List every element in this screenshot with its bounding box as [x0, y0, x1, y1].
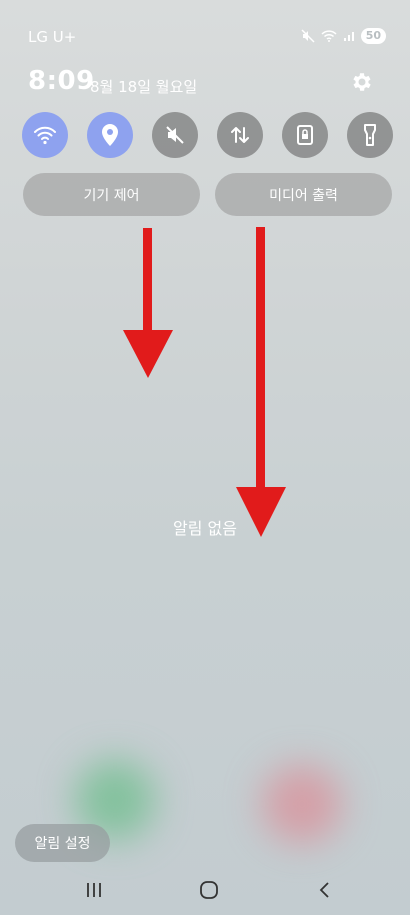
mute-toggle[interactable]: [152, 112, 198, 158]
blurred-red-blob: [262, 765, 342, 843]
home-button[interactable]: [189, 878, 229, 906]
recents-icon: [85, 882, 103, 902]
screen-lock-toggle[interactable]: [282, 112, 328, 158]
flashlight-icon: [362, 123, 378, 147]
settings-gear-icon[interactable]: [350, 70, 374, 94]
clock-date: 8월 18일 월요일: [90, 78, 198, 96]
flashlight-toggle[interactable]: [347, 112, 393, 158]
mute-icon: [164, 124, 186, 146]
signal-icon: [343, 30, 355, 42]
wifi-icon: [33, 125, 57, 145]
mute-status-icon: [301, 29, 315, 43]
lock-screen-icon: [295, 124, 315, 146]
mobile-data-toggle[interactable]: [217, 112, 263, 158]
annotation-arrow-right: [234, 227, 288, 539]
location-toggle[interactable]: [87, 112, 133, 158]
wifi-toggle[interactable]: [22, 112, 68, 158]
wifi-status-icon: [321, 30, 337, 42]
data-transfer-icon: [229, 124, 251, 146]
clock-time: 8:09: [28, 66, 95, 96]
location-pin-icon: [100, 123, 120, 147]
back-button[interactable]: [304, 878, 344, 906]
back-chevron-icon: [317, 881, 331, 903]
battery-indicator: 50: [360, 28, 386, 44]
carrier-name: LG U+: [28, 28, 77, 46]
notification-settings-button[interactable]: 알림 설정: [15, 824, 110, 862]
home-icon: [199, 880, 219, 904]
device-control-button[interactable]: 기기 제어: [23, 173, 200, 216]
recent-apps-button[interactable]: [74, 878, 114, 906]
media-output-button[interactable]: 미디어 출력: [215, 173, 392, 216]
no-notifications-text: 알림 없음: [173, 519, 237, 538]
status-icons: 50: [301, 28, 386, 44]
annotation-arrow-left: [120, 228, 176, 380]
